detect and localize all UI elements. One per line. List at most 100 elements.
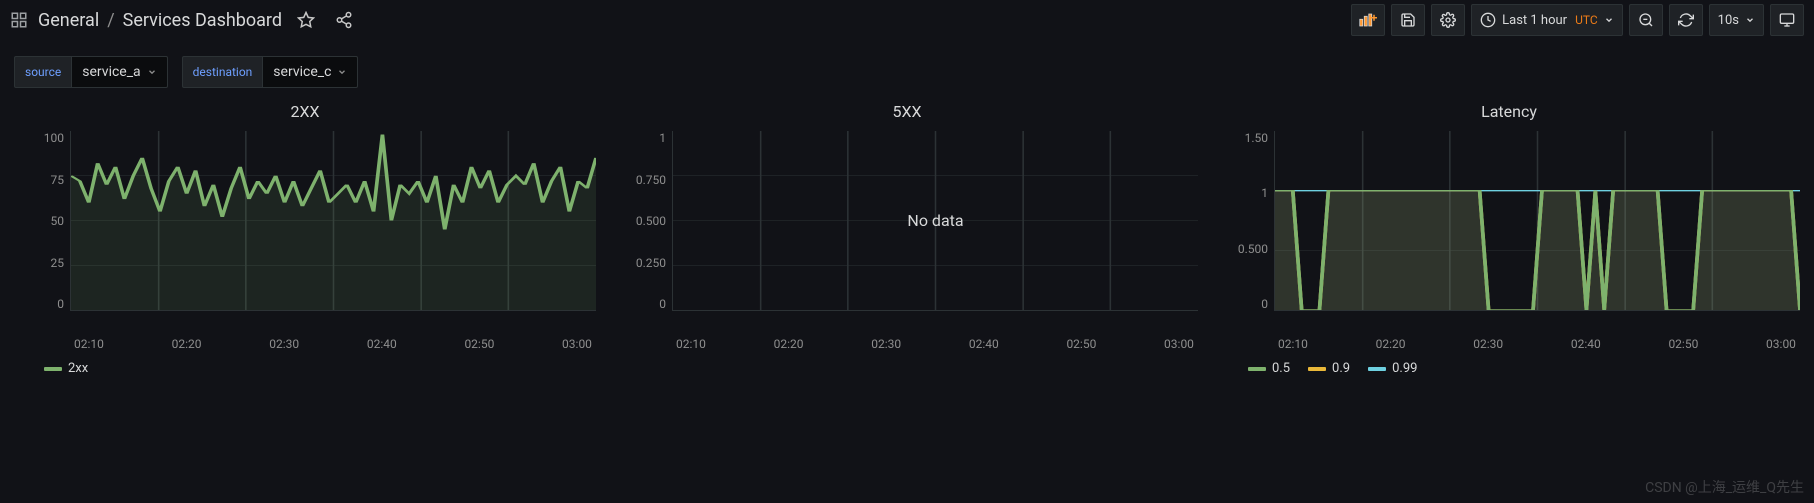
- panel-5xx-plot: 1 0.750 0.500 0.250 0 No data: [616, 131, 1198, 331]
- ytick: 75: [51, 173, 65, 187]
- xtick: 02:50: [1066, 337, 1096, 351]
- xtick: 02:30: [1473, 337, 1503, 351]
- panel-latency-title: Latency: [1218, 98, 1800, 131]
- ytick: 0.500: [1238, 242, 1268, 256]
- dashboard-grid-icon[interactable]: [10, 11, 28, 29]
- save-button[interactable]: [1391, 4, 1425, 36]
- panels-grid: 2XX 100 75 50 25 0 02:10 02:20: [0, 98, 1814, 376]
- xtick: 03:00: [1766, 337, 1796, 351]
- page-title[interactable]: Services Dashboard: [123, 10, 282, 31]
- var-destination-value-text: service_c: [273, 64, 331, 80]
- panel-5xx-yaxis: 1 0.750 0.500 0.250 0: [616, 131, 672, 311]
- ytick: 1: [1261, 186, 1268, 200]
- panel-latency[interactable]: Latency 1.50 1 0.500 0 02:10 02:20: [1218, 98, 1800, 376]
- var-source-value-text: service_a: [82, 64, 140, 80]
- legend-item[interactable]: 2xx: [44, 361, 88, 376]
- legend-label: 2xx: [68, 361, 88, 376]
- var-destination-label: destination: [182, 56, 263, 88]
- var-source-label: source: [14, 56, 71, 88]
- topbar: General / Services Dashboard Last 1 hour…: [0, 0, 1814, 40]
- panel-2xx[interactable]: 2XX 100 75 50 25 0 02:10 02:20: [14, 98, 596, 376]
- var-destination: destination service_c: [182, 56, 359, 88]
- xtick: 03:00: [562, 337, 592, 351]
- chevron-down-icon: [1604, 15, 1614, 25]
- panel-latency-yaxis: 1.50 1 0.500 0: [1218, 131, 1274, 311]
- watermark: CSDN @上海_运维_Q先生: [1645, 477, 1804, 497]
- legend-swatch: [1308, 367, 1326, 371]
- ytick: 0: [659, 297, 666, 311]
- breadcrumb-folder[interactable]: General: [38, 10, 99, 31]
- legend-item[interactable]: 0.5: [1248, 361, 1290, 376]
- chevron-down-icon: [337, 67, 347, 77]
- legend-item[interactable]: 0.9: [1308, 361, 1350, 376]
- legend-label: 0.5: [1272, 361, 1290, 376]
- ytick: 50: [51, 214, 65, 228]
- legend-swatch: [1248, 367, 1266, 371]
- xtick: 02:10: [74, 337, 104, 351]
- ytick: 25: [51, 256, 65, 270]
- chevron-down-icon: [1745, 15, 1755, 25]
- topbar-left: General / Services Dashboard: [10, 6, 1343, 34]
- panel-latency-legend: 0.5 0.9 0.99: [1218, 351, 1800, 376]
- topbar-right: Last 1 hour UTC 10s: [1351, 4, 1804, 36]
- ytick: 100: [44, 131, 64, 145]
- panel-2xx-xaxis: 02:10 02:20 02:30 02:40 02:50 03:00: [70, 331, 596, 351]
- panel-latency-xaxis: 02:10 02:20 02:30 02:40 02:50 03:00: [1274, 331, 1800, 351]
- legend-swatch: [1368, 367, 1386, 371]
- var-source-value[interactable]: service_a: [71, 56, 167, 88]
- time-tz: UTC: [1575, 13, 1598, 27]
- panel-2xx-canvas: [70, 131, 596, 311]
- xtick: 02:40: [367, 337, 397, 351]
- legend-item[interactable]: 0.99: [1368, 361, 1417, 376]
- xtick: 02:10: [1278, 337, 1308, 351]
- xtick: 02:40: [1571, 337, 1601, 351]
- panel-2xx-legend: 2xx: [14, 351, 596, 376]
- xtick: 03:00: [1164, 337, 1194, 351]
- xtick: 02:20: [774, 337, 804, 351]
- panel-5xx-xaxis: 02:10 02:20 02:30 02:40 02:50 03:00: [672, 331, 1198, 351]
- var-destination-value[interactable]: service_c: [262, 56, 358, 88]
- xtick: 02:30: [871, 337, 901, 351]
- settings-button[interactable]: [1431, 4, 1465, 36]
- breadcrumb: General / Services Dashboard: [38, 10, 282, 31]
- xtick: 02:20: [172, 337, 202, 351]
- xtick: 02:50: [1668, 337, 1698, 351]
- panel-5xx-canvas: No data: [672, 131, 1198, 311]
- refresh-button[interactable]: [1669, 4, 1703, 36]
- chevron-down-icon: [147, 67, 157, 77]
- breadcrumb-sep: /: [107, 10, 114, 31]
- template-variables: source service_a destination service_c: [0, 40, 1814, 98]
- xtick: 02:20: [1376, 337, 1406, 351]
- time-range-picker[interactable]: Last 1 hour UTC: [1471, 4, 1623, 36]
- xtick: 02:40: [969, 337, 999, 351]
- panel-2xx-plot: 100 75 50 25 0: [14, 131, 596, 331]
- share-icon[interactable]: [330, 6, 358, 34]
- refresh-interval-label: 10s: [1718, 13, 1739, 28]
- add-panel-button[interactable]: [1351, 4, 1385, 36]
- ytick: 0: [1261, 297, 1268, 311]
- ytick: 0.250: [636, 256, 666, 270]
- no-data-message: No data: [673, 131, 1198, 310]
- panel-5xx[interactable]: 5XX 1 0.750 0.500 0.250 0 No data 02:: [616, 98, 1198, 376]
- legend-swatch: [44, 367, 62, 371]
- time-range-label: Last 1 hour: [1502, 13, 1567, 28]
- ytick: 0: [57, 297, 64, 311]
- star-icon[interactable]: [292, 6, 320, 34]
- var-source: source service_a: [14, 56, 168, 88]
- xtick: 02:50: [464, 337, 494, 351]
- ytick: 0.500: [636, 214, 666, 228]
- panel-2xx-title: 2XX: [14, 98, 596, 131]
- tv-mode-button[interactable]: [1770, 4, 1804, 36]
- legend-label: 0.99: [1392, 361, 1417, 376]
- zoom-out-button[interactable]: [1629, 4, 1663, 36]
- refresh-interval-picker[interactable]: 10s: [1709, 4, 1764, 36]
- ytick: 1: [659, 131, 666, 145]
- panel-2xx-yaxis: 100 75 50 25 0: [14, 131, 70, 311]
- panel-latency-canvas: [1274, 131, 1800, 311]
- legend-label: 0.9: [1332, 361, 1350, 376]
- panel-latency-plot: 1.50 1 0.500 0: [1218, 131, 1800, 331]
- ytick: 1.50: [1245, 131, 1268, 145]
- xtick: 02:30: [269, 337, 299, 351]
- xtick: 02:10: [676, 337, 706, 351]
- panel-5xx-title: 5XX: [616, 98, 1198, 131]
